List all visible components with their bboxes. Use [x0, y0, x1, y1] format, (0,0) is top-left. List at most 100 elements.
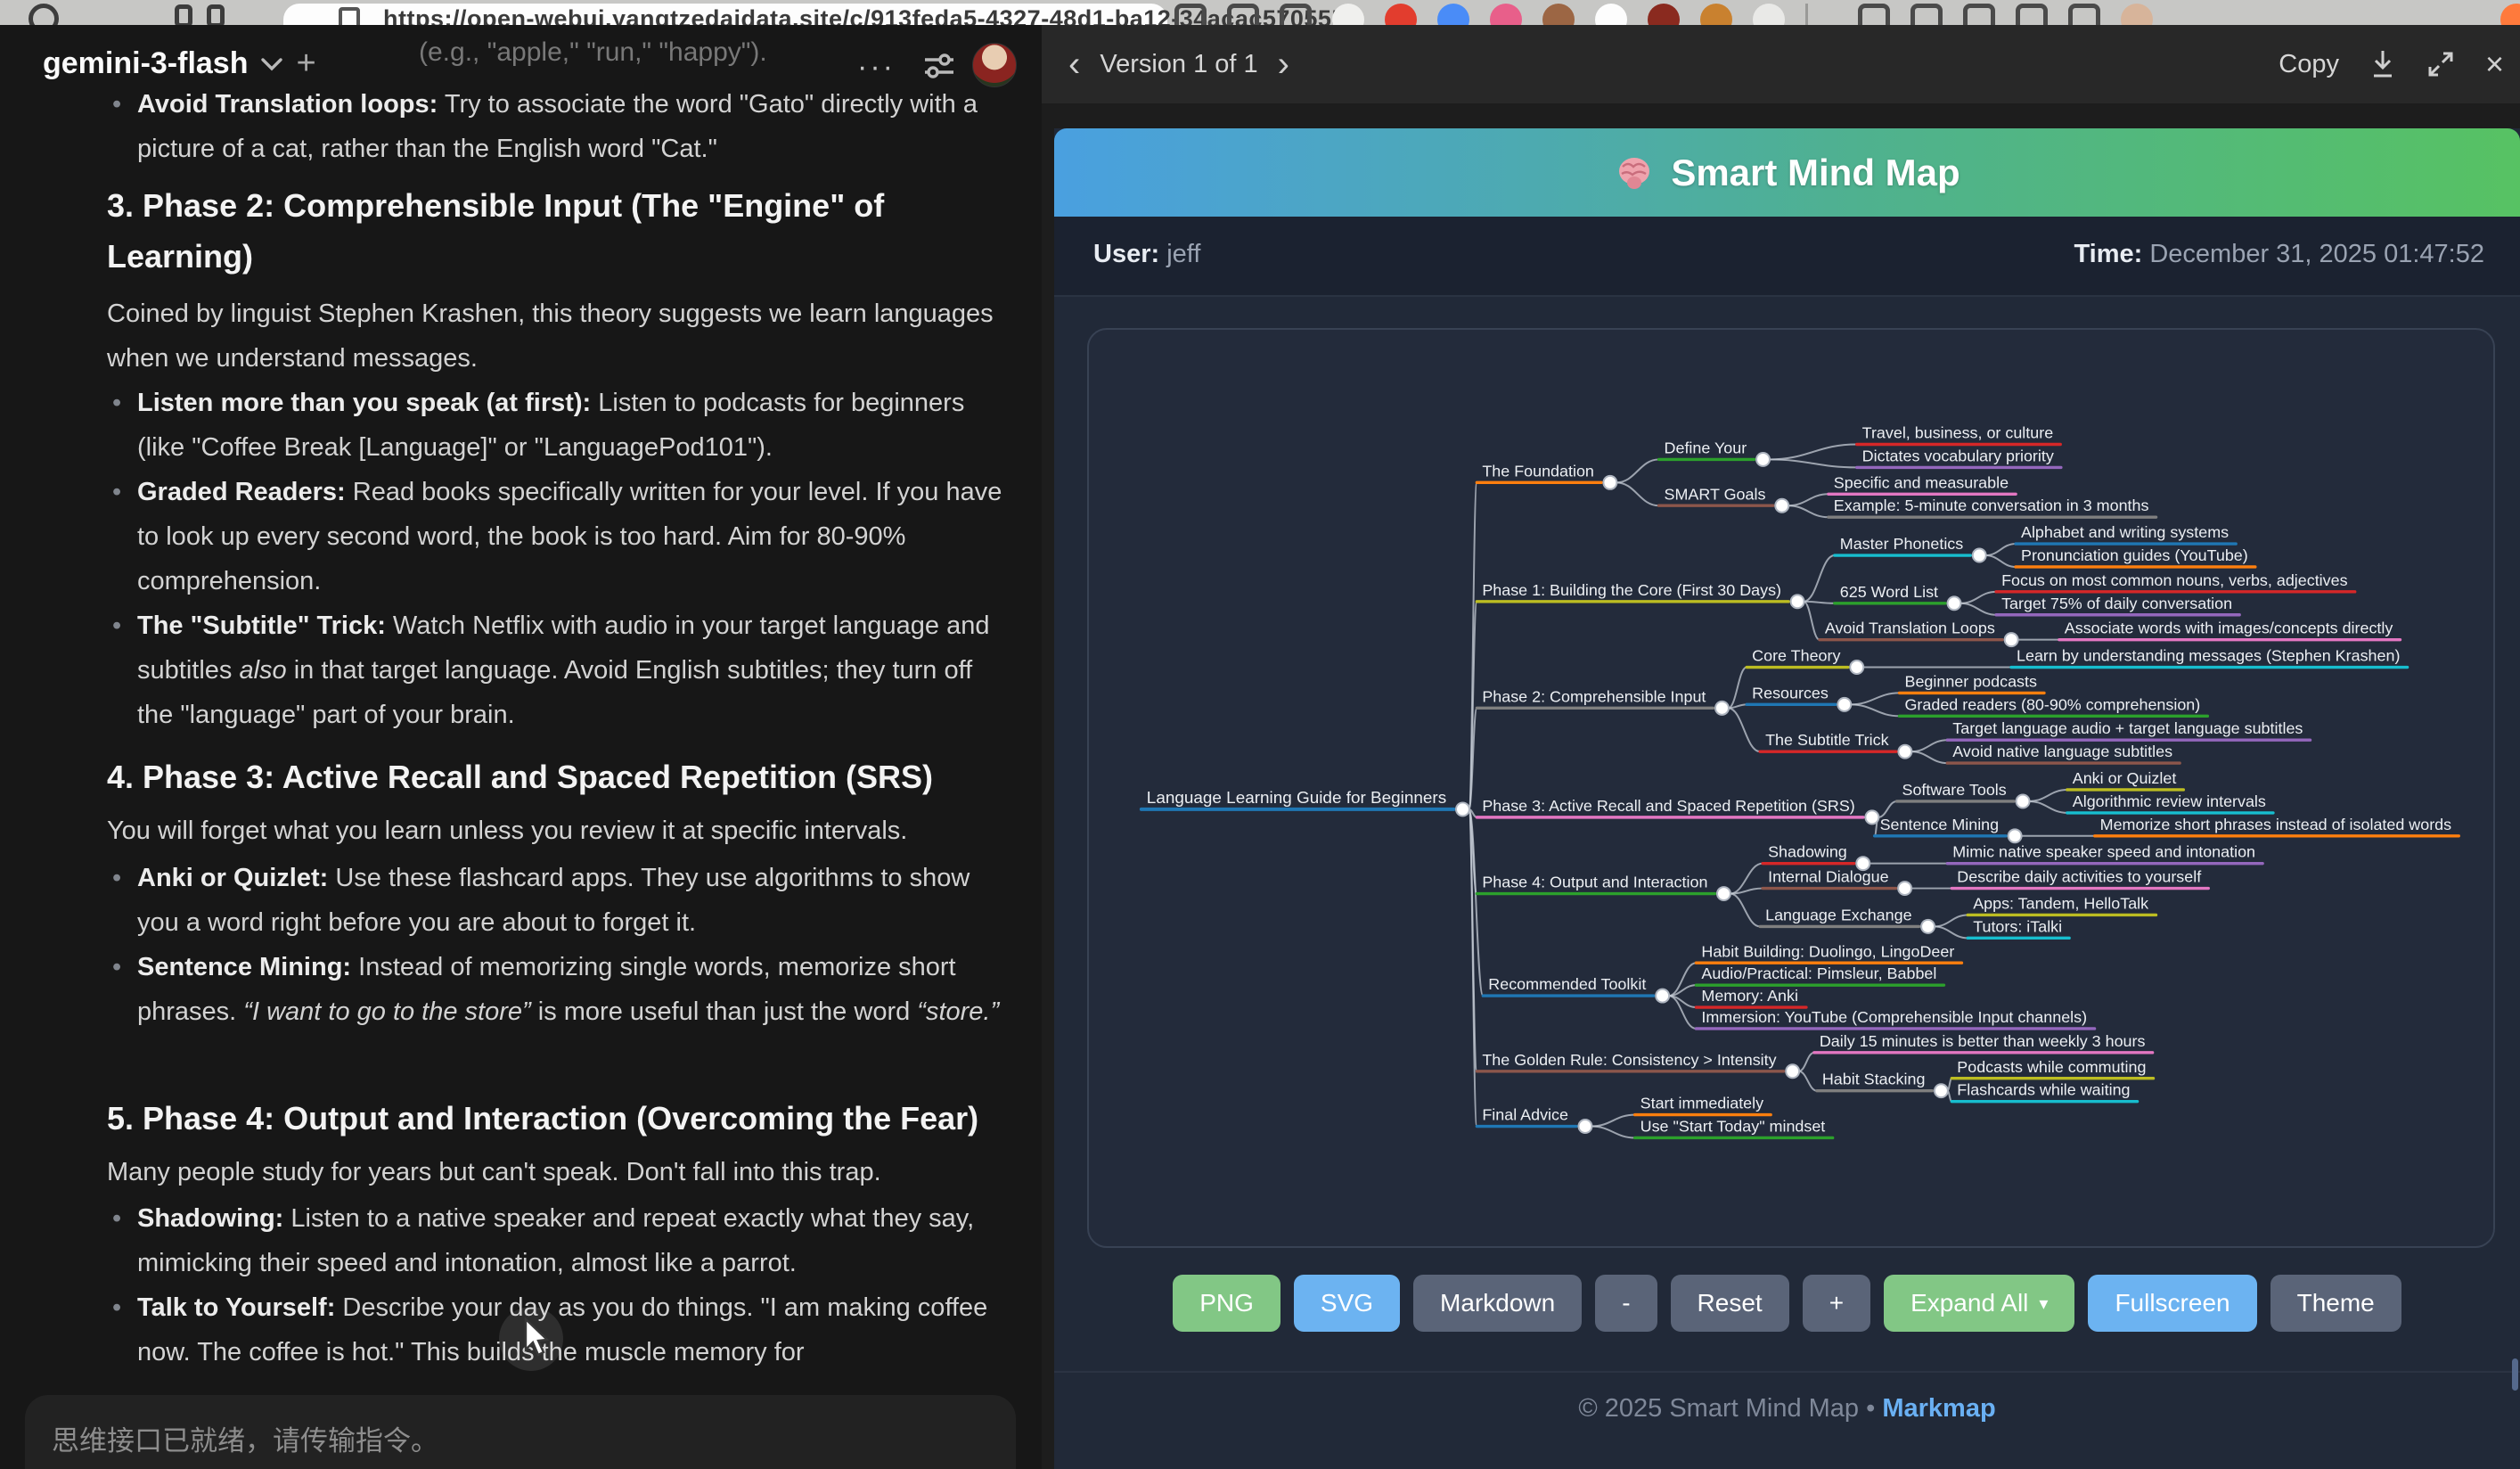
mindmap-node[interactable]: Phase 1: Building the Core (First 30 Day…	[1477, 581, 1804, 608]
chat-input[interactable]: 思维接口已就绪，请传输指令。	[25, 1395, 1016, 1469]
mindmap-node[interactable]: Start immediately	[1635, 1095, 1771, 1115]
close-icon[interactable]: ×	[2485, 45, 2504, 83]
mindmap-node[interactable]: Pronunciation guides (YouTube)	[2016, 546, 2255, 567]
mindmap-node[interactable]: Alphabet and writing systems	[2016, 523, 2236, 544]
glasses-icon[interactable]	[1174, 4, 1207, 25]
node-toggle-dot[interactable]	[1898, 882, 1911, 895]
mindmap-node[interactable]: Algorithmic review intervals	[2067, 792, 2273, 813]
reset-button[interactable]: Reset	[1671, 1275, 1789, 1332]
node-toggle-dot[interactable]	[1578, 1120, 1591, 1133]
node-toggle-dot[interactable]	[1756, 453, 1770, 466]
mindmap-canvas[interactable]: Language Learning Guide for BeginnersThe…	[1087, 328, 2495, 1248]
next-version-button[interactable]: ›	[1278, 46, 1289, 82]
node-toggle-dot[interactable]	[1456, 802, 1469, 816]
mindmap-node[interactable]: Tutors: iTalki	[1968, 917, 2069, 938]
mindmap-node[interactable]: Internal Dialogue	[1763, 868, 1911, 895]
tab-group-icon-2[interactable]	[207, 4, 225, 25]
mindmap-node[interactable]: Anki or Quizlet	[2067, 769, 2184, 790]
node-toggle-dot[interactable]	[1786, 1064, 1799, 1078]
pointer-icon[interactable]	[1910, 4, 1943, 25]
theme-button[interactable]: Theme	[2270, 1275, 2401, 1332]
mindmap-node[interactable]: Learn by understanding messages (Stephen…	[2011, 647, 2408, 668]
png-button[interactable]: PNG	[1173, 1275, 1280, 1332]
mindmap-node[interactable]: 625 Word List	[1835, 583, 1961, 610]
mindmap-node[interactable]: Podcasts while commuting	[1951, 1058, 2153, 1079]
mindmap-node[interactable]: Phase 4: Output and Interaction	[1477, 874, 1730, 900]
photo-frame-icon[interactable]	[1648, 4, 1680, 25]
mindmap-node[interactable]: SMART Goals	[1659, 485, 1789, 512]
mindmap-node[interactable]: Resources	[1747, 684, 1851, 710]
mindmap-node[interactable]: Habit Building: Duolingo, LingoDeer	[1696, 942, 1961, 963]
mindmap-node[interactable]: Flashcards while waiting	[1951, 1081, 2137, 1102]
mindmap-node[interactable]: Recommended Toolkit	[1483, 975, 1669, 1002]
red-extension-icon[interactable]	[1385, 4, 1417, 25]
ghost-icon[interactable]	[1753, 4, 1785, 25]
blue-extension-icon[interactable]	[1437, 4, 1469, 25]
node-toggle-dot[interactable]	[1791, 595, 1804, 608]
mindmap-node[interactable]: Avoid native language subtitles	[1947, 743, 2180, 763]
node-toggle-dot[interactable]	[2009, 829, 2022, 842]
panda-2-icon[interactable]	[1595, 4, 1627, 25]
address-bar[interactable]: https://open-webui.yangtzedaidata.site/c…	[283, 4, 1167, 25]
mindmap-node[interactable]: Immersion: YouTube (Comprehensible Input…	[1696, 1008, 2094, 1029]
node-toggle-dot[interactable]	[1865, 810, 1878, 824]
node-toggle-dot[interactable]	[1948, 596, 1961, 610]
reload-icon[interactable]	[29, 4, 59, 25]
mindmap-node[interactable]: Master Phonetics	[1835, 535, 1986, 562]
scrollbar-thumb[interactable]	[2512, 1358, 2518, 1391]
profile-photo-icon[interactable]	[2121, 4, 2153, 25]
node-toggle-dot[interactable]	[1775, 499, 1788, 513]
mindmap-node[interactable]: Habit Stacking	[1817, 1071, 1948, 1097]
mindmap-node[interactable]: Memorize short phrases instead of isolat…	[2095, 816, 2459, 836]
node-toggle-dot[interactable]	[1921, 920, 1935, 933]
node-toggle-dot[interactable]	[1973, 549, 1986, 562]
monkey-2-icon[interactable]	[1700, 4, 1732, 25]
mindmap-node[interactable]: Example: 5-minute conversation in 3 mont…	[1829, 497, 2156, 517]
copy-button[interactable]: Copy	[2279, 50, 2339, 79]
mindmap-node[interactable]: Define Your	[1659, 439, 1770, 465]
mindmap-node[interactable]: The Foundation	[1477, 462, 1616, 488]
mindmap-node[interactable]: Core Theory	[1747, 647, 1863, 674]
search-icon[interactable]	[1227, 4, 1259, 25]
node-toggle-dot[interactable]	[1603, 476, 1616, 489]
download-icon[interactable]	[2369, 49, 2396, 79]
mindmap-node[interactable]: Associate words with images/concepts dir…	[2059, 620, 2401, 640]
bookmark-icon[interactable]	[1280, 4, 1312, 25]
mindmap-node[interactable]: The Subtitle Trick	[1760, 731, 1911, 758]
mindmap-node[interactable]: Describe daily activities to yourself	[1951, 868, 2208, 889]
mindmap-node[interactable]: Language Exchange	[1760, 906, 1935, 932]
mindmap-node[interactable]: Target language audio + target language …	[1947, 719, 2310, 740]
node-toggle-dot[interactable]	[1935, 1084, 1948, 1097]
mindmap-node[interactable]: Use "Start Today" mindset	[1635, 1118, 1833, 1138]
mindmap-node[interactable]: Shadowing	[1763, 843, 1870, 870]
markdown-button[interactable]: Markdown	[1413, 1275, 1582, 1332]
circle-icon[interactable]	[2016, 4, 2048, 25]
monkey-icon[interactable]	[1542, 4, 1575, 25]
node-toggle-dot[interactable]	[1656, 989, 1669, 1003]
panda-icon[interactable]	[1332, 4, 1364, 25]
--button[interactable]: -	[1595, 1275, 1657, 1332]
markmap-link[interactable]: Markmap	[1882, 1394, 1995, 1423]
node-toggle-dot[interactable]	[1717, 887, 1730, 900]
mindmap-node[interactable]: Phase 3: Active Recall and Spaced Repeti…	[1477, 797, 1878, 824]
fullscreen-button[interactable]: Fullscreen	[2088, 1275, 2256, 1332]
mindmap-node[interactable]: Memory: Anki	[1696, 987, 1806, 1007]
mindmap-node[interactable]: Dictates vocabulary priority	[1857, 447, 2061, 467]
mindmap-node[interactable]: Final Advice	[1477, 1106, 1591, 1133]
scissors-icon[interactable]	[2068, 4, 2100, 25]
flame-icon[interactable]	[2500, 4, 2520, 25]
node-toggle-dot[interactable]	[1850, 661, 1863, 674]
--button[interactable]: +	[1803, 1275, 1870, 1332]
mindmap-node[interactable]: The Golden Rule: Consistency > Intensity	[1477, 1051, 1799, 1078]
node-toggle-dot[interactable]	[1837, 698, 1851, 711]
mindmap-node[interactable]: Mimic native speaker speed and intonatio…	[1947, 843, 2262, 864]
trash-icon[interactable]	[1963, 4, 1995, 25]
mindmap-node[interactable]: Apps: Tandem, HelloTalk	[1968, 894, 2156, 915]
mindmap-node[interactable]: Specific and measurable	[1829, 473, 2016, 494]
mindmap-node[interactable]: Graded readers (80-90% comprehension)	[1900, 695, 2208, 716]
icon-divider[interactable]	[1805, 4, 1808, 25]
mindmap-node[interactable]: Beginner podcasts	[1900, 672, 2044, 693]
mindmap-node[interactable]: Target 75% of daily conversation	[1996, 595, 2239, 615]
expand-icon[interactable]	[2426, 50, 2455, 78]
node-toggle-dot[interactable]	[2005, 633, 2018, 646]
